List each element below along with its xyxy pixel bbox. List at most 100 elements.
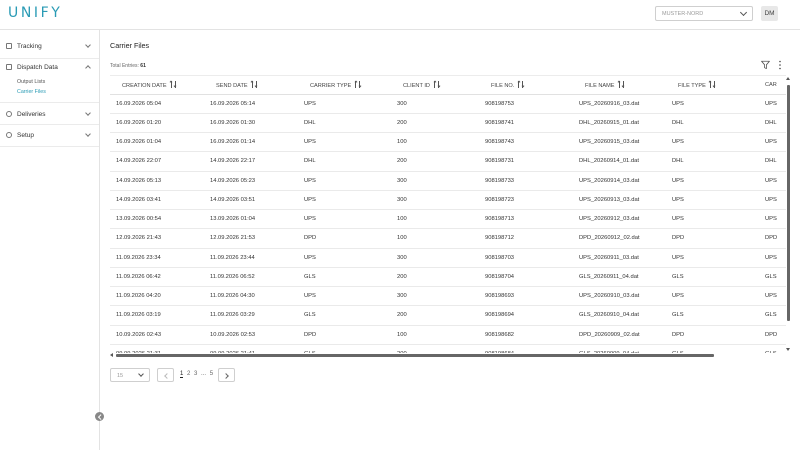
sidebar-item-setup[interactable]: Setup [0, 128, 99, 144]
column-header-label: CARRIER TYPE [310, 82, 352, 89]
cell-text: 908198712 [485, 235, 515, 242]
page-number[interactable]: 1 [180, 371, 184, 378]
table-row[interactable]: 11.09.2026 04:20 11.09.2026 04:30 UPS 300 90… [110, 286, 790, 307]
cell-creation-date: 11.09.2026 06:42 [110, 267, 204, 288]
cell-text: 200 [397, 119, 407, 126]
sort-icon[interactable] [709, 80, 716, 88]
cell-text: UPS [672, 254, 684, 261]
sidebar-item-tracking[interactable]: Tracking [0, 39, 99, 55]
cell-text: UPS [304, 293, 316, 300]
table-row[interactable]: 14.09.2026 22:07 14.09.2026 22:17 DHL 200 90… [110, 151, 790, 172]
column-header-file-name[interactable]: FILE NAME [573, 76, 666, 95]
cell-creation-date: 11.09.2026 04:20 [110, 286, 204, 307]
column-header-carrier-type[interactable]: CARRIER TYPE [298, 76, 391, 95]
cell-text: 908198694 [485, 312, 515, 319]
cell-text: 200 [397, 273, 407, 280]
sidebar-collapse-button[interactable] [95, 412, 104, 421]
column-header-send-date[interactable]: SEND DATE [204, 76, 298, 95]
page-number[interactable]: 3 [194, 371, 197, 377]
sidebar-subitem-carrier-files[interactable]: Carrier Files [17, 89, 46, 95]
table-row[interactable]: 12.09.2026 21:43 12.09.2026 21:53 DPD 100 90… [110, 228, 790, 249]
column-header-creation-date[interactable]: CREATION DATE [110, 76, 204, 95]
sort-icon[interactable] [433, 80, 440, 88]
user-avatar[interactable]: DM [761, 6, 778, 21]
sort-icon[interactable] [250, 80, 258, 88]
next-page-button[interactable] [218, 368, 235, 382]
scroll-left-icon[interactable] [110, 353, 113, 357]
cell-carrier-type: UPS [298, 190, 391, 211]
cell-text: 14.09.2026 05:23 [210, 177, 256, 184]
cell-carrier-type: DPD [298, 325, 391, 345]
horizontal-scrollbar[interactable] [110, 353, 786, 357]
app-logo[interactable]: UNIFY [8, 5, 62, 21]
table-row[interactable]: 10.09.2026 02:43 10.09.2026 02:53 DPD 100 90… [110, 325, 790, 345]
cell-carrier-type: DHL [298, 113, 391, 134]
sidebar: Tracking Dispatch Data Output Lists Carr… [0, 30, 100, 450]
scroll-up-icon[interactable] [786, 77, 790, 80]
scrollbar-thumb[interactable] [116, 353, 714, 357]
cell-file-type: DHL [666, 113, 759, 134]
cell-creation-date: 10.09.2026 02:43 [110, 325, 204, 345]
cell-send-date: 11.09.2026 03:29 [204, 305, 298, 326]
cell-send-date: 16.09.2026 01:14 [204, 132, 298, 153]
scrollbar-thumb[interactable] [786, 85, 790, 321]
table-row[interactable]: 14.09.2026 05:13 14.09.2026 05:23 UPS 300 90… [110, 171, 790, 191]
vertical-scrollbar[interactable] [786, 75, 790, 357]
cell-file-type: UPS [666, 190, 759, 211]
column-header-file-no[interactable]: FILE NO. [479, 76, 573, 95]
cell-creation-date: 12.09.2026 21:43 [110, 228, 204, 249]
cell-text: GLS_20260911_04.dat [579, 273, 639, 280]
filter-icon[interactable] [761, 60, 770, 70]
column-header-file-type[interactable]: FILE TYPE [666, 76, 759, 95]
cell-creation-date: 16.09.2026 05:04 [110, 94, 204, 114]
table-row[interactable]: 16.09.2026 05:04 16.09.2026 05:14 UPS 300 90… [110, 94, 790, 114]
sidebar-item-deliveries[interactable]: Deliveries [0, 107, 99, 123]
table-row[interactable]: 16.09.2026 01:04 16.09.2026 01:14 UPS 100 90… [110, 132, 790, 153]
page-number[interactable]: 2 [187, 371, 190, 377]
total-entries: Total Entries: 61 [110, 63, 146, 69]
more-options-icon[interactable] [778, 60, 782, 70]
cell-text: 11.09.2026 23:44 [210, 254, 255, 261]
cell-text: 11.09.2026 04:30 [210, 293, 255, 300]
cell-text: 16.09.2026 05:14 [210, 100, 256, 107]
cell-client-id: 100 [391, 325, 479, 345]
cell-send-date: 11.09.2026 23:44 [204, 248, 298, 268]
cell-creation-date: 11.09.2026 23:34 [110, 248, 204, 268]
cell-file-name: UPS_20260916_03.dat [573, 94, 666, 114]
page-size-select[interactable]: 15 [110, 368, 150, 382]
cell-text: 908198731 [485, 158, 515, 165]
table-row[interactable]: 14.09.2026 03:41 14.09.2026 03:51 UPS 300 90… [110, 190, 790, 211]
cell-file-no: 908198731 [479, 151, 573, 172]
sort-icon[interactable] [354, 80, 362, 88]
sidebar-subitem-output-lists[interactable]: Output Lists [17, 79, 45, 85]
cell-send-date: 12.09.2026 21:53 [204, 228, 298, 249]
scroll-down-icon[interactable] [786, 348, 790, 351]
table-row[interactable]: 16.09.2026 01:20 16.09.2026 01:30 DHL 200 90… [110, 113, 790, 134]
cell-text: 14.09.2026 22:07 [116, 158, 162, 165]
company-select[interactable]: MUSTER-NORD [655, 6, 753, 21]
column-header-client-id[interactable]: CLIENT ID [391, 76, 479, 95]
page-number[interactable]: 5 [210, 371, 213, 377]
dispatch-icon [6, 64, 12, 70]
cell-text: GLS [672, 312, 684, 319]
sort-icon[interactable] [517, 80, 525, 88]
table-row[interactable]: 13.09.2026 00:54 13.09.2026 01:04 UPS 100 90… [110, 209, 790, 230]
cell-creation-date: 16.09.2026 01:04 [110, 132, 204, 153]
previous-page-button[interactable] [157, 368, 174, 382]
cell-client-id: 200 [391, 151, 479, 172]
table-row[interactable]: 11.09.2026 23:34 11.09.2026 23:44 UPS 300 90… [110, 248, 790, 268]
cell-text: 908198741 [485, 119, 515, 126]
column-header-label: CAR [765, 81, 777, 88]
cell-file-type: DPD [666, 325, 759, 345]
sidebar-item-dispatch-data[interactable]: Dispatch Data [0, 60, 99, 76]
cell-text: UPS [672, 196, 684, 203]
table-row[interactable]: 11.09.2026 06:42 11.09.2026 06:52 GLS 200 90… [110, 267, 790, 288]
sort-icon[interactable] [617, 80, 625, 88]
cell-text: 908198733 [485, 177, 515, 184]
cell-file-type: GLS [666, 267, 759, 288]
cell-carrier-type: UPS [298, 132, 391, 153]
cell-text: UPS [672, 100, 684, 107]
table-row[interactable]: 11.09.2026 03:19 11.09.2026 03:29 GLS 200 90… [110, 305, 790, 326]
sort-icon[interactable] [169, 80, 177, 88]
cell-text: 14.09.2026 03:51 [210, 196, 256, 203]
